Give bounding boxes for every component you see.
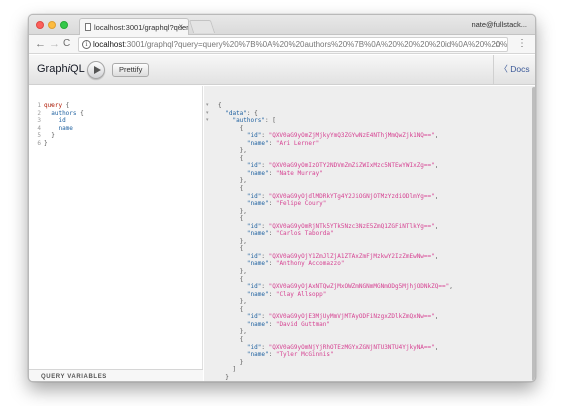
result-scrollbar[interactable] — [532, 87, 535, 381]
result-key-name: "name" — [246, 230, 269, 238]
query-text[interactable]: query { authors { id name } } — [44, 102, 84, 147]
result-key-id: "id" — [246, 313, 262, 321]
tab-title: localhost:3001/graphql?query — [94, 23, 189, 32]
result-key-name: "name" — [246, 139, 269, 147]
result-key-id: "id" — [246, 252, 262, 260]
address-bar: ← → C i localhost:3001/graphql?query=quer… — [29, 35, 535, 54]
author-name-value: "Clay Allsopp" — [275, 290, 327, 298]
query-field-authors: authors — [51, 109, 77, 117]
author-id-value: "QXV0aG9yOjY1ZmJlZjA1ZTAxZmFjMzkwY2IzZmE… — [268, 252, 435, 260]
close-window-button[interactable] — [36, 21, 44, 29]
author-name-value: "David Guttman" — [275, 320, 331, 328]
result-viewer: ▾ ▾ ▾ { "data": { "authors": [ { "id": "… — [204, 86, 535, 381]
back-button[interactable]: ← — [35, 37, 46, 51]
result-key-id: "id" — [246, 192, 262, 200]
author-name-value: "Felipe Coury" — [275, 200, 327, 208]
result-key-data: "data" — [225, 109, 247, 117]
title-suffix: QL — [70, 63, 85, 75]
author-name-value: "Tyler McGinnis" — [275, 351, 334, 359]
query-field-name: name — [58, 124, 73, 132]
url-path: :3001/graphql?query=query%20%7B%0A%20%20… — [124, 40, 508, 49]
browser-tab[interactable]: localhost:3001/graphql?query × — [79, 18, 189, 35]
graphiql-title: GraphiQL — [37, 63, 85, 75]
result-key-id: "id" — [246, 132, 262, 140]
result-json: { "data": { "authors": [ { "id": "QXV0aG… — [218, 102, 453, 381]
url-host: localhost — [93, 40, 125, 49]
author-name-value: "Carlos Taborda" — [275, 230, 334, 238]
result-key-name: "name" — [246, 290, 269, 298]
minimize-window-button[interactable] — [48, 21, 56, 29]
author-id-value: "QXV0aG9yOjAxNTQwZjMxOWZmNGNmMGNmODg5Mjh… — [268, 283, 450, 291]
result-key-authors: "authors" — [232, 117, 265, 125]
result-fold-icons[interactable]: ▾ ▾ ▾ — [206, 102, 209, 125]
profile-name[interactable]: nate@fullstack... — [471, 20, 527, 29]
result-key-name: "name" — [246, 260, 269, 268]
result-key-name: "name" — [246, 200, 269, 208]
graphiql-topbar: GraphiQL Prettify 〈 Docs — [29, 55, 535, 85]
query-keyword: query — [44, 102, 63, 109]
url-input[interactable]: i localhost:3001/graphql?query=query%20%7… — [78, 37, 508, 52]
result-key-id: "id" — [246, 343, 262, 351]
result-key-id: "id" — [246, 283, 262, 291]
browser-window: localhost:3001/graphql?query × nate@full… — [28, 14, 536, 382]
author-name-value: "Anthony Accomazzo" — [275, 260, 345, 268]
new-tab-button[interactable] — [188, 20, 216, 33]
author-id-value: "QXV0aG9yOmIzOTY2NDVmZmZiZWIxMzc5NTEwYWI… — [268, 162, 435, 170]
maximize-window-button[interactable] — [60, 21, 68, 29]
query-editor[interactable]: 1 2 3 4 5 6 ▾ query { authors { id name … — [29, 86, 203, 381]
bookmark-star-icon[interactable]: ☆ — [494, 38, 502, 51]
info-icon[interactable]: i — [82, 40, 91, 49]
result-key-id: "id" — [246, 222, 262, 230]
author-id-value: "QXV0aG9yOjE3MjUyMmVjMTAyODFiNzgxZDlkZmQ… — [268, 313, 435, 321]
author-id-value: "QXV0aG9yOmZjMjkyYmQ3ZGYwNzE4NThjMmQwZjk… — [268, 132, 435, 140]
forward-button[interactable]: → — [49, 37, 60, 51]
docs-button[interactable]: 〈 Docs — [493, 55, 535, 84]
author-id-value: "QXV0aG9yOmRjNTk5YTk5Nzc3NzE5ZmQ1ZGFiNTl… — [268, 222, 435, 230]
close-tab-icon[interactable]: × — [178, 22, 183, 31]
execute-query-button[interactable] — [87, 61, 105, 79]
page-icon — [85, 23, 91, 31]
line-numbers: 1 2 3 4 5 6 — [37, 102, 41, 147]
tab-strip: localhost:3001/graphql?query × nate@full… — [29, 15, 535, 35]
query-field-id: id — [58, 117, 66, 125]
browser-menu-icon[interactable]: ⋮ — [517, 37, 527, 51]
title-prefix: Graph — [37, 63, 68, 75]
prettify-button[interactable]: Prettify — [112, 63, 150, 77]
result-key-name: "name" — [246, 169, 269, 177]
query-variables-toggle[interactable]: QUERY VARIABLES — [29, 369, 203, 381]
result-key-name: "name" — [246, 320, 269, 328]
author-name-value: "Nate Murray" — [275, 169, 323, 177]
result-key-name: "name" — [246, 351, 269, 359]
reload-button[interactable]: C — [63, 37, 70, 51]
author-name-value: "Ari Lerner" — [275, 139, 320, 147]
author-id-value: "QXV0aG9yOmNjYjRhOTEzMGYxZGNjNTU3NTU4Yjk… — [268, 343, 435, 351]
author-id-value: "QXV0aG9yOjdlMDRkYTg4Y2JiOGNjOTMzYzdiODl… — [268, 192, 435, 200]
result-key-id: "id" — [246, 162, 262, 170]
